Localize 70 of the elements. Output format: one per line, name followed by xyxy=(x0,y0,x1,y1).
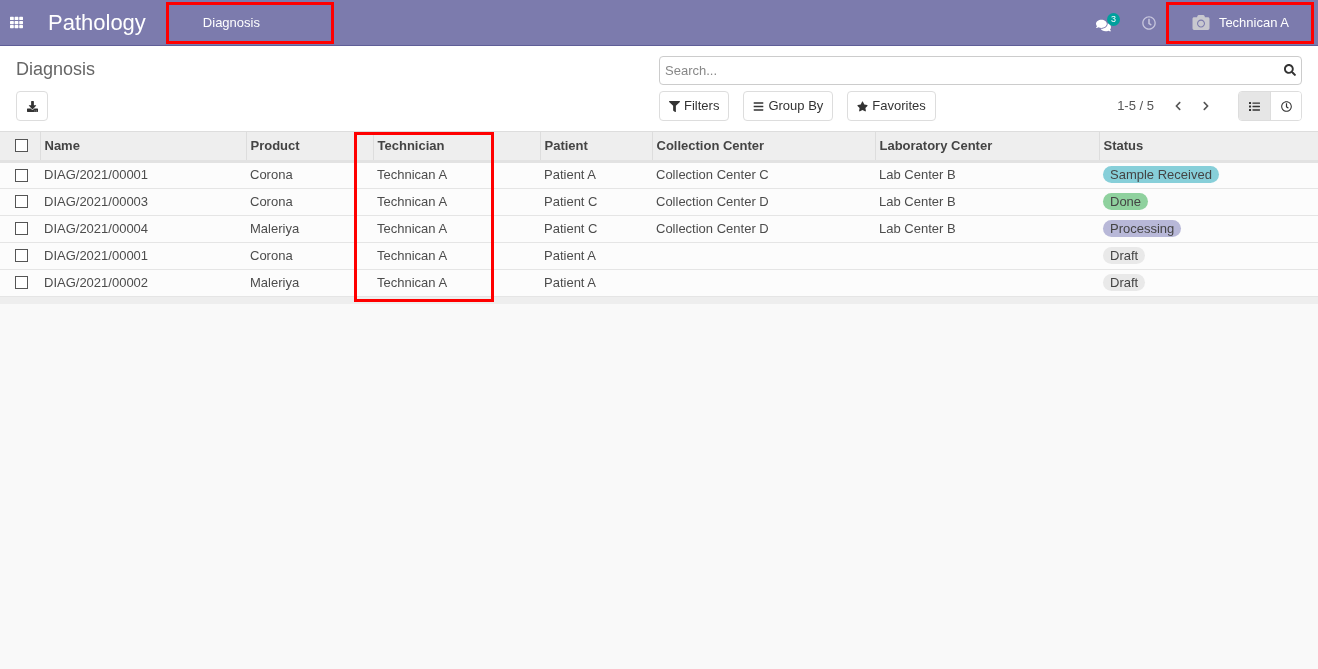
filter-icon xyxy=(669,100,680,112)
row-checkbox[interactable] xyxy=(15,249,28,262)
pager-value: 1-5 / 5 xyxy=(1117,97,1154,116)
table-cell: DIAG/2021/00003 xyxy=(44,193,149,209)
table-cell: Collection Center C xyxy=(656,167,769,183)
star-icon xyxy=(857,100,869,112)
column-header[interactable]: Laboratory Center xyxy=(875,132,1099,161)
column-header[interactable]: Patient xyxy=(540,132,652,161)
table-cell: Patient A xyxy=(544,274,597,290)
table-cell: Lab Center B xyxy=(879,220,956,236)
view-switch-button[interactable] xyxy=(1239,92,1270,120)
table-cell: Technican A xyxy=(377,220,448,236)
table-cell: Corona xyxy=(250,247,293,263)
table-cell: Technican A xyxy=(377,193,448,209)
table-cell: Patient C xyxy=(544,220,598,236)
table-cell: Lab Center B xyxy=(879,167,956,183)
filter-button[interactable]: Group By xyxy=(743,91,834,121)
row-checkbox[interactable] xyxy=(15,276,28,289)
status-badge: Processing xyxy=(1103,219,1182,237)
apps-menu-icon[interactable] xyxy=(10,16,23,29)
table-cell: Maleriya xyxy=(250,220,300,236)
status-badge: Sample Received xyxy=(1103,166,1219,184)
chevron-left-icon xyxy=(1173,101,1183,111)
row-checkbox[interactable] xyxy=(15,222,28,235)
camera-icon xyxy=(1190,14,1211,31)
status-badge: Draft xyxy=(1103,246,1146,264)
search-icon[interactable] xyxy=(1284,64,1296,76)
table-cell: Corona xyxy=(250,193,293,209)
filter-button[interactable]: Favorites xyxy=(847,91,936,121)
status-badge: Draft xyxy=(1103,273,1146,291)
clock-icon xyxy=(1280,100,1292,112)
table-cell: DIAG/2021/00002 xyxy=(44,274,149,290)
column-header[interactable]: Collection Center xyxy=(652,132,875,161)
lines-icon xyxy=(753,100,765,112)
table-cell: Corona xyxy=(250,167,293,183)
filter-button[interactable]: Filters xyxy=(659,91,730,121)
row-checkbox[interactable] xyxy=(15,195,28,208)
select-all-checkbox[interactable] xyxy=(15,139,28,153)
column-header[interactable]: Name xyxy=(40,132,246,161)
column-header[interactable]: Technician xyxy=(373,132,540,161)
list-icon xyxy=(1249,100,1260,112)
table-cell: Patient A xyxy=(544,247,597,263)
table-cell: Collection Center D xyxy=(656,193,769,209)
table-cell: Technican A xyxy=(377,274,448,290)
table-cell: DIAG/2021/00004 xyxy=(44,220,149,236)
table-cell: Collection Center D xyxy=(656,220,769,236)
user-name: Technican A xyxy=(1218,13,1289,32)
table-cell: Patient C xyxy=(544,193,598,209)
user-menu[interactable]: Technican A xyxy=(1165,1,1314,44)
table-cell: Maleriya xyxy=(250,274,300,290)
download-icon xyxy=(26,100,38,112)
table-cell: Lab Center B xyxy=(879,193,956,209)
messages-count-badge: 3 xyxy=(1106,12,1120,26)
breadcrumb-title: Diagnosis xyxy=(16,58,97,81)
app-title: Pathology xyxy=(48,9,146,37)
table-cell: DIAG/2021/00001 xyxy=(44,247,149,263)
table-cell: DIAG/2021/00001 xyxy=(44,167,149,183)
table-cell: Patient A xyxy=(544,167,597,183)
chevron-right-icon xyxy=(1201,101,1211,111)
table-cell: Technican A xyxy=(377,247,448,263)
search-field[interactable]: Search... xyxy=(659,56,1302,85)
column-header[interactable]: Status xyxy=(1099,132,1318,161)
row-checkbox[interactable] xyxy=(15,168,28,182)
menu-item[interactable]: Diagnosis xyxy=(165,1,334,44)
download-button[interactable] xyxy=(16,91,48,121)
status-badge: Done xyxy=(1103,192,1149,210)
chat-icon[interactable] xyxy=(1095,17,1111,33)
table-cell: Technican A xyxy=(377,167,448,183)
column-header[interactable]: Product xyxy=(246,132,373,161)
view-switch-button[interactable] xyxy=(1270,92,1301,120)
